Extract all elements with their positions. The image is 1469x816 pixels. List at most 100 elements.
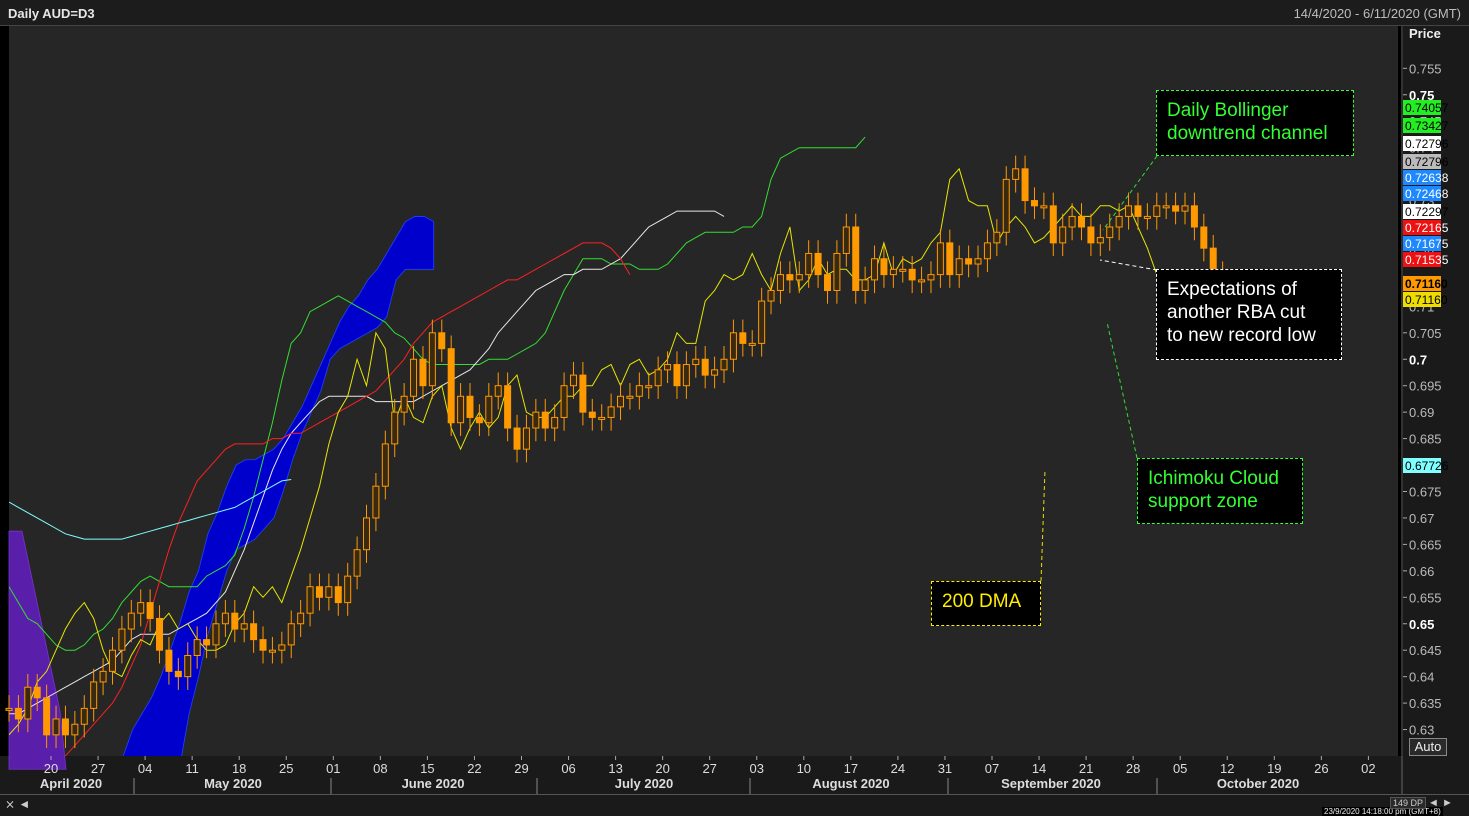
- price-tick-label: 0.7: [1409, 352, 1427, 367]
- ichimoku-annotation: Ichimoku Cloud support zone: [1137, 458, 1303, 524]
- candle: [61, 718, 69, 736]
- candle: [1068, 215, 1076, 228]
- rba-annotation: Expectations of another RBA cut to new r…: [1156, 269, 1342, 360]
- time-tick-label: 05: [1173, 761, 1187, 776]
- candle: [758, 300, 766, 344]
- candle: [325, 586, 333, 598]
- candle: [965, 258, 973, 265]
- month-label: August 2020: [812, 776, 889, 791]
- candle: [701, 358, 709, 376]
- price-tick-label: 0.645: [1409, 643, 1442, 658]
- candle: [871, 258, 879, 281]
- candle: [776, 274, 784, 291]
- time-tick-label: 13: [608, 761, 622, 776]
- price-tick-label: 0.665: [1409, 537, 1442, 552]
- candle: [1059, 226, 1067, 244]
- candle: [428, 332, 436, 387]
- candle: [250, 623, 258, 641]
- candle: [1115, 215, 1123, 228]
- candle: [889, 268, 897, 276]
- scroll-arrows[interactable]: ◄ ►: [1428, 797, 1453, 809]
- dma-annotation-line1: 200 DMA: [942, 591, 1022, 612]
- price-value-tag-label: 0.71160: [1405, 277, 1448, 291]
- candle: [5, 707, 13, 711]
- candle: [814, 252, 822, 276]
- candle: [334, 586, 342, 604]
- time-tick-label: 03: [750, 761, 764, 776]
- bollinger-annotation-line1: Daily Bollinger: [1167, 100, 1289, 121]
- candle: [287, 623, 295, 646]
- candle: [682, 364, 690, 387]
- candle: [1030, 200, 1038, 207]
- time-tick-label: 19: [1267, 761, 1281, 776]
- price-value-tag-label: 0.71675: [1405, 237, 1449, 251]
- candle: [475, 416, 483, 424]
- data-points-indicator[interactable]: 149 DP: [1390, 797, 1427, 809]
- bollinger-annotation-line2: downtrend channel: [1167, 123, 1328, 144]
- candle: [193, 639, 201, 656]
- candle: [353, 549, 361, 577]
- candle: [1012, 168, 1020, 180]
- candle: [767, 289, 775, 302]
- candle: [936, 242, 944, 276]
- candle: [372, 485, 380, 519]
- price-value-tag-label: 0.72638: [1405, 171, 1449, 185]
- zoom-controls[interactable]: ⨯ ◄: [5, 797, 30, 811]
- auto-scale-button[interactable]: Auto: [1409, 738, 1447, 756]
- candle: [391, 411, 399, 445]
- candle: [108, 649, 116, 672]
- price-tick-label: 0.69: [1409, 405, 1434, 420]
- price-tick-label: 0.655: [1409, 590, 1442, 605]
- price-tick-label: 0.64: [1409, 670, 1434, 685]
- candle: [1125, 205, 1133, 217]
- candle: [805, 252, 813, 276]
- candle: [165, 649, 173, 672]
- candle: [541, 411, 549, 429]
- candle: [447, 348, 455, 424]
- price-tick-label: 0.755: [1409, 61, 1442, 76]
- candle: [513, 427, 521, 450]
- time-tick-label: 21: [1079, 761, 1093, 776]
- candle: [946, 242, 954, 276]
- candle: [983, 242, 991, 260]
- time-tick-label: 18: [232, 761, 246, 776]
- candle: [626, 395, 634, 399]
- price-tick-label: 0.635: [1409, 696, 1442, 711]
- chart-title: Daily AUD=D3: [8, 6, 95, 21]
- candle: [842, 226, 850, 254]
- candle: [99, 670, 107, 683]
- price-value-tag-label: 0.72165: [1405, 221, 1449, 235]
- ichimoku-annotation-line2: support zone: [1148, 491, 1258, 512]
- candle: [720, 358, 728, 371]
- candle: [504, 385, 512, 429]
- time-tick-label: 31: [938, 761, 952, 776]
- price-tick-label: 0.65: [1409, 617, 1434, 632]
- candle: [494, 385, 502, 397]
- price-tick-label: 0.695: [1409, 379, 1442, 394]
- candle: [146, 602, 154, 619]
- date-range: 14/4/2020 - 6/11/2020 (GMT): [1293, 6, 1461, 21]
- price-tick-label: 0.63: [1409, 723, 1434, 738]
- candle: [457, 395, 465, 424]
- time-tick-label: 27: [91, 761, 105, 776]
- candle: [748, 342, 756, 346]
- candle: [410, 358, 418, 397]
- candle: [1002, 178, 1010, 233]
- price-value-tag-label: 0.67726: [1405, 459, 1449, 473]
- candle: [1162, 205, 1170, 209]
- time-tick-label: 07: [985, 761, 999, 776]
- candle: [43, 697, 51, 736]
- candle: [203, 639, 211, 646]
- bollinger-annotation: Daily Bollinger downtrend channel: [1156, 90, 1354, 156]
- candle: [344, 575, 352, 604]
- status-bar: ⨯ ◄ 23/9/2020 14:18:00 pm (GMT+8) 149 DP…: [0, 794, 1469, 816]
- candle: [306, 586, 314, 614]
- candle: [532, 411, 540, 429]
- time-tick-label: 01: [326, 761, 340, 776]
- candle: [1078, 215, 1086, 228]
- candle: [598, 416, 606, 420]
- candle: [635, 385, 643, 397]
- candle: [673, 364, 681, 387]
- candle: [880, 258, 888, 276]
- candle: [400, 395, 408, 413]
